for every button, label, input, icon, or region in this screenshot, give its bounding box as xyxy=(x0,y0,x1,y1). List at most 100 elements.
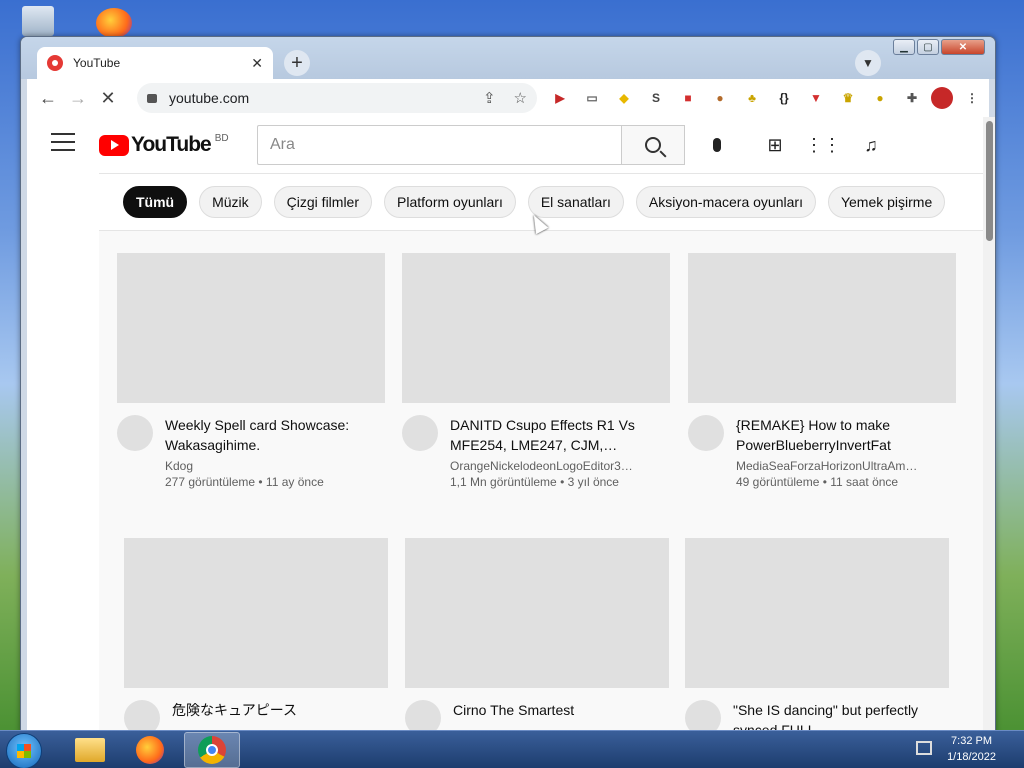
recycle-bin-icon[interactable] xyxy=(22,6,54,36)
tab-close-icon[interactable]: ✕ xyxy=(251,55,263,72)
back-button[interactable]: ← xyxy=(33,83,63,113)
address-bar[interactable]: youtube.com ⇪ ☆ xyxy=(137,83,537,113)
video-thumbnail[interactable] xyxy=(685,538,949,688)
channel-avatar[interactable] xyxy=(405,700,441,733)
apps-grid-icon[interactable]: ⋮⋮ xyxy=(805,131,841,159)
network-icon[interactable] xyxy=(916,741,932,755)
extension-dislike-icon[interactable]: ▼ xyxy=(803,85,829,111)
search-button[interactable] xyxy=(621,125,685,165)
channel-avatar[interactable] xyxy=(117,415,153,451)
youtube-logo[interactable]: YouTube BD xyxy=(99,133,229,157)
chrome-icon xyxy=(198,736,226,764)
start-button[interactable] xyxy=(6,733,42,768)
scrollbar-thumb[interactable] xyxy=(986,121,993,241)
video-thumbnail[interactable] xyxy=(124,538,388,688)
bookmark-star-icon[interactable]: ☆ xyxy=(514,89,527,107)
channel-avatar[interactable] xyxy=(685,700,721,733)
video-card[interactable]: Cirno The Smartest xyxy=(405,538,673,733)
extensions-area: ▶ ▭ ◆ S ■ ● ♣ {} ▼ ♛ ● ✚ ⋮ xyxy=(547,85,985,111)
extension-cup-icon[interactable]: ♛ xyxy=(835,85,861,111)
video-card[interactable]: "She IS dancing" but perfectly synced FU… xyxy=(685,538,953,733)
extension-code-icon[interactable]: {} xyxy=(771,85,797,111)
hamburger-menu-icon[interactable] xyxy=(51,133,75,151)
video-card[interactable]: 危険なキュアピース xyxy=(124,538,392,733)
channel-avatar[interactable] xyxy=(688,415,724,451)
search-input[interactable]: Ara xyxy=(257,125,621,165)
video-card[interactable]: {REMAKE} How to make PowerBlueberryInver… xyxy=(688,253,956,489)
new-tab-button[interactable]: + xyxy=(284,50,310,76)
microphone-icon[interactable] xyxy=(703,131,731,159)
chip-music[interactable]: Müzik xyxy=(199,186,262,218)
clock[interactable]: 7:32 PM 1/18/2022 xyxy=(947,733,996,765)
chip-cartoons[interactable]: Çizgi filmler xyxy=(273,186,373,218)
video-thumbnail[interactable] xyxy=(402,253,670,403)
extensions-puzzle-icon[interactable]: ✚ xyxy=(899,85,925,111)
tab-youtube[interactable]: YouTube ✕ xyxy=(37,47,273,79)
clock-date: 1/18/2022 xyxy=(947,751,996,763)
lock-icon xyxy=(147,93,157,103)
forward-button[interactable]: → xyxy=(63,83,93,113)
profile-avatar-icon[interactable] xyxy=(931,87,953,109)
extension-mushroom-icon[interactable]: ♣ xyxy=(739,85,765,111)
extension-bulb-icon[interactable]: ● xyxy=(867,85,893,111)
window-controls: ▁ ▢ ✕ xyxy=(893,39,985,55)
country-code: BD xyxy=(214,132,229,144)
video-stats: 49 görüntüleme • 11 saat önce xyxy=(736,475,899,489)
notifications-bell-icon[interactable]: ♫ xyxy=(857,131,885,159)
page-scrollbar[interactable] xyxy=(983,117,995,733)
extension-s-icon[interactable]: S xyxy=(643,85,669,111)
video-title[interactable]: "She IS dancing" but perfectly synced FU… xyxy=(733,700,953,733)
video-thumbnail[interactable] xyxy=(405,538,669,688)
chip-action-adventure[interactable]: Aksiyon-macera oyunları xyxy=(635,186,816,218)
url-text: youtube.com xyxy=(169,90,250,106)
youtube-page: YouTube BD Ara ⊞ ⋮⋮ ♫ Tümü Müzik Çizgi f… xyxy=(27,117,983,733)
clock-time: 7:32 PM xyxy=(951,735,993,747)
video-stats: 277 görüntüleme • 11 ay önce xyxy=(165,475,324,489)
search-icon xyxy=(645,137,661,153)
video-card[interactable]: DANITD Csupo Effects R1 Vs MFE254, LME24… xyxy=(402,253,670,489)
reload-stop-button[interactable]: ✕ xyxy=(93,83,123,113)
browser-toolbar: ← → ✕ youtube.com ⇪ ☆ ▶ ▭ ◆ S ■ ● ♣ {} ▼… xyxy=(27,79,989,117)
share-icon[interactable]: ⇪ xyxy=(483,89,496,107)
search-bar: Ara xyxy=(257,125,685,165)
channel-name[interactable]: MediaSeaForzaHorizonUltraAm… xyxy=(736,459,956,473)
create-video-icon[interactable]: ⊞ xyxy=(761,131,789,159)
firefox-icon xyxy=(136,736,164,764)
channel-avatar[interactable] xyxy=(124,700,160,733)
browser-menu-icon[interactable]: ⋮ xyxy=(959,85,985,111)
video-title[interactable]: Cirno The Smartest xyxy=(453,700,673,720)
channel-avatar[interactable] xyxy=(402,415,438,451)
chip-platform-games[interactable]: Platform oyunları xyxy=(384,186,516,218)
extension-red-box-icon[interactable]: ■ xyxy=(675,85,701,111)
taskbar-chrome[interactable] xyxy=(184,732,240,768)
chip-cooking[interactable]: Yemek pişirme xyxy=(827,186,946,218)
close-window-button[interactable]: ✕ xyxy=(941,39,985,55)
video-title[interactable]: {REMAKE} How to make PowerBlueberryInver… xyxy=(736,415,956,455)
tab-search-chevron-icon[interactable]: ▼ xyxy=(855,50,881,76)
firefox-desktop-icon[interactable] xyxy=(96,8,132,38)
extension-monkey-icon[interactable]: ● xyxy=(707,85,733,111)
video-thumbnail[interactable] xyxy=(688,253,956,403)
logo-text: YouTube xyxy=(131,133,212,156)
video-title[interactable]: 危険なキュアピース xyxy=(172,700,392,720)
extension-yellow-arrows-icon[interactable]: ◆ xyxy=(611,85,637,111)
video-title[interactable]: Weekly Spell card Showcase: Wakasagihime… xyxy=(165,415,385,455)
video-stats: 1,1 Mn görüntüleme • 3 yıl önce xyxy=(450,475,619,489)
taskbar-firefox[interactable] xyxy=(122,732,178,768)
folder-icon xyxy=(75,738,105,762)
extension-cast-icon[interactable]: ▭ xyxy=(579,85,605,111)
video-card[interactable]: Weekly Spell card Showcase: Wakasagihime… xyxy=(117,253,385,489)
channel-name[interactable]: OrangeNickelodeonLogoEditor3… xyxy=(450,459,670,473)
taskbar-explorer[interactable] xyxy=(62,732,118,768)
chrome-window: YouTube ✕ + ▼ ▁ ▢ ✕ ← → ✕ youtube.com ⇪ … xyxy=(20,36,996,734)
extension-red-icon[interactable]: ▶ xyxy=(547,85,573,111)
chip-crafts[interactable]: El sanatları xyxy=(527,186,624,218)
video-thumbnail[interactable] xyxy=(117,253,385,403)
minimize-button[interactable]: ▁ xyxy=(893,39,915,55)
chip-all[interactable]: Tümü xyxy=(123,186,188,218)
youtube-favicon-icon xyxy=(47,55,63,71)
maximize-button[interactable]: ▢ xyxy=(917,39,939,55)
channel-name[interactable]: Kdog xyxy=(165,459,385,473)
video-title[interactable]: DANITD Csupo Effects R1 Vs MFE254, LME24… xyxy=(450,415,670,455)
tab-title: YouTube xyxy=(73,56,121,70)
